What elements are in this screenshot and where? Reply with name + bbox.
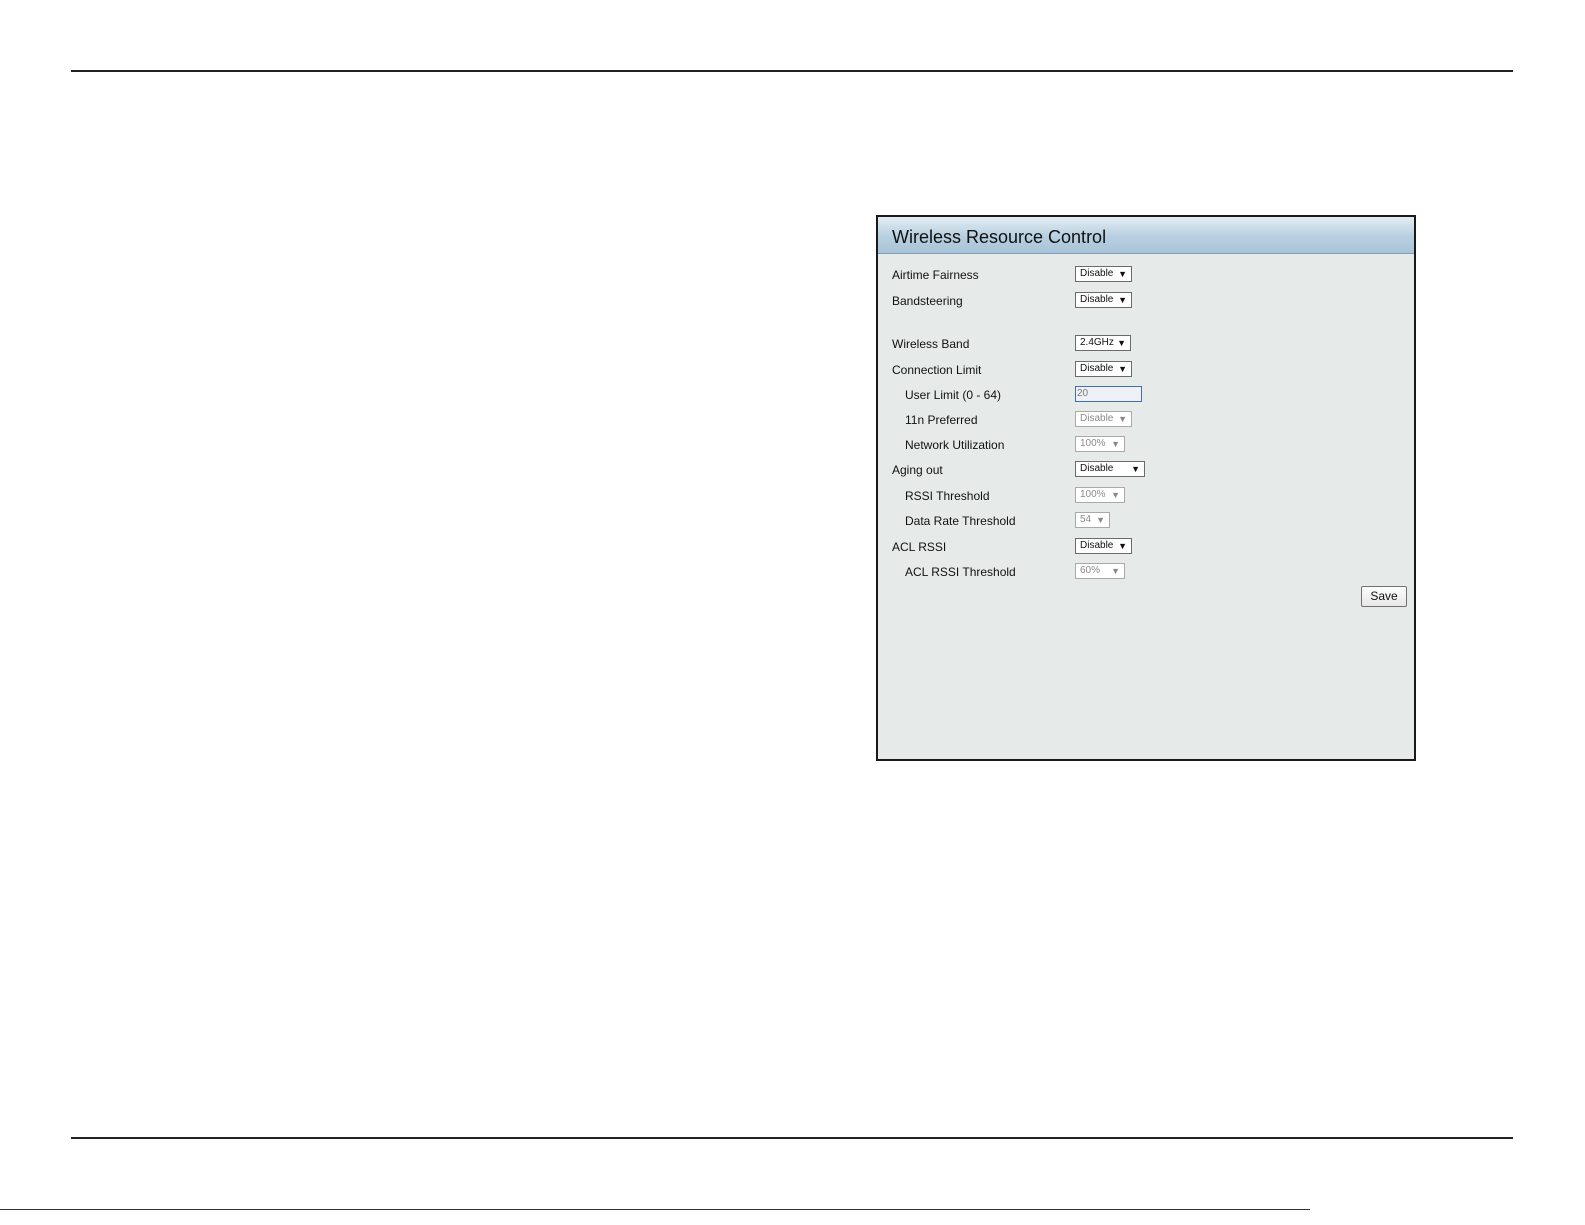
network-utilization-select[interactable]: 100% ▼: [1075, 436, 1125, 452]
aging-out-select[interactable]: Disable ▼: [1075, 461, 1145, 477]
n11-preferred-value: Disable: [1080, 413, 1114, 424]
chevron-down-icon: ▼: [1096, 515, 1105, 525]
airtime-fairness-select[interactable]: Disable ▼: [1075, 266, 1132, 282]
chevron-down-icon: ▼: [1131, 464, 1140, 474]
rssi-threshold-select[interactable]: 100% ▼: [1075, 487, 1125, 503]
network-utilization-value: 100%: [1080, 438, 1106, 449]
wireless-band-row: Wireless Band 2.4GHz ▼: [878, 335, 1414, 355]
chevron-down-icon: ▼: [1111, 490, 1120, 500]
airtime-fairness-value: Disable: [1080, 268, 1114, 279]
connection-limit-row: Connection Limit Disable ▼: [878, 361, 1414, 381]
acl-rssi-label: ACL RSSI: [892, 540, 947, 554]
user-limit-label: User Limit (0 - 64): [905, 388, 1002, 402]
data-rate-threshold-value: 54: [1080, 514, 1092, 525]
footer-divider: [0, 1209, 1310, 1210]
save-button[interactable]: Save: [1361, 586, 1407, 607]
airtime-fairness-row: Airtime Fairness Disable ▼: [878, 266, 1414, 286]
chevron-down-icon: ▼: [1118, 269, 1127, 279]
acl-rssi-select[interactable]: Disable ▼: [1075, 538, 1132, 554]
rssi-threshold-label: RSSI Threshold: [905, 489, 990, 503]
chevron-down-icon: ▼: [1118, 414, 1127, 424]
connection-limit-select[interactable]: Disable ▼: [1075, 361, 1132, 377]
acl-rssi-threshold-row: ACL RSSI Threshold 60% ▼: [878, 563, 1414, 583]
wireless-band-select[interactable]: 2.4GHz ▼: [1075, 335, 1131, 351]
acl-rssi-threshold-select[interactable]: 60% ▼: [1075, 563, 1125, 579]
wireless-resource-control-panel: Wireless Resource Control Airtime Fairne…: [876, 215, 1416, 761]
airtime-fairness-label: Airtime Fairness: [892, 268, 979, 282]
connection-limit-value: Disable: [1080, 363, 1114, 374]
chevron-down-icon: ▼: [1111, 439, 1120, 449]
bandsteering-row: Bandsteering Disable ▼: [878, 292, 1414, 312]
bandsteering-value: Disable: [1080, 294, 1114, 305]
network-utilization-row: Network Utilization 100% ▼: [878, 436, 1414, 456]
aging-out-value: Disable: [1080, 463, 1114, 474]
wireless-band-label: Wireless Band: [892, 337, 970, 351]
acl-rssi-value: Disable: [1080, 540, 1114, 551]
data-rate-threshold-select[interactable]: 54 ▼: [1075, 512, 1110, 528]
panel-header: Wireless Resource Control: [878, 217, 1414, 254]
network-utilization-label: Network Utilization: [905, 438, 1005, 452]
bandsteering-label: Bandsteering: [892, 294, 963, 308]
chevron-down-icon: ▼: [1111, 566, 1120, 576]
chevron-down-icon: ▼: [1118, 541, 1127, 551]
chevron-down-icon: ▼: [1117, 338, 1126, 348]
connection-limit-label: Connection Limit: [892, 363, 982, 377]
n11-preferred-select[interactable]: Disable ▼: [1075, 411, 1132, 427]
data-rate-threshold-label: Data Rate Threshold: [905, 514, 1016, 528]
chevron-down-icon: ▼: [1118, 364, 1127, 374]
n11-preferred-label: 11n Preferred: [905, 413, 978, 427]
user-limit-input[interactable]: 20: [1075, 386, 1142, 402]
acl-rssi-threshold-label: ACL RSSI Threshold: [905, 565, 1016, 579]
aging-out-label: Aging out: [892, 463, 943, 477]
aging-out-row: Aging out Disable ▼: [878, 461, 1414, 481]
bottom-divider: [71, 1137, 1513, 1139]
acl-rssi-threshold-value: 60%: [1080, 565, 1101, 576]
wireless-band-value: 2.4GHz: [1080, 337, 1114, 348]
chevron-down-icon: ▼: [1118, 295, 1127, 305]
rssi-threshold-value: 100%: [1080, 489, 1106, 500]
top-divider: [71, 70, 1513, 72]
bandsteering-select[interactable]: Disable ▼: [1075, 292, 1132, 308]
n11-preferred-row: 11n Preferred Disable ▼: [878, 411, 1414, 431]
rssi-threshold-row: RSSI Threshold 100% ▼: [878, 487, 1414, 507]
panel-title: Wireless Resource Control: [892, 227, 1107, 247]
data-rate-threshold-row: Data Rate Threshold 54 ▼: [878, 512, 1414, 532]
acl-rssi-row: ACL RSSI Disable ▼: [878, 538, 1414, 558]
user-limit-row: User Limit (0 - 64) 20: [878, 386, 1414, 406]
